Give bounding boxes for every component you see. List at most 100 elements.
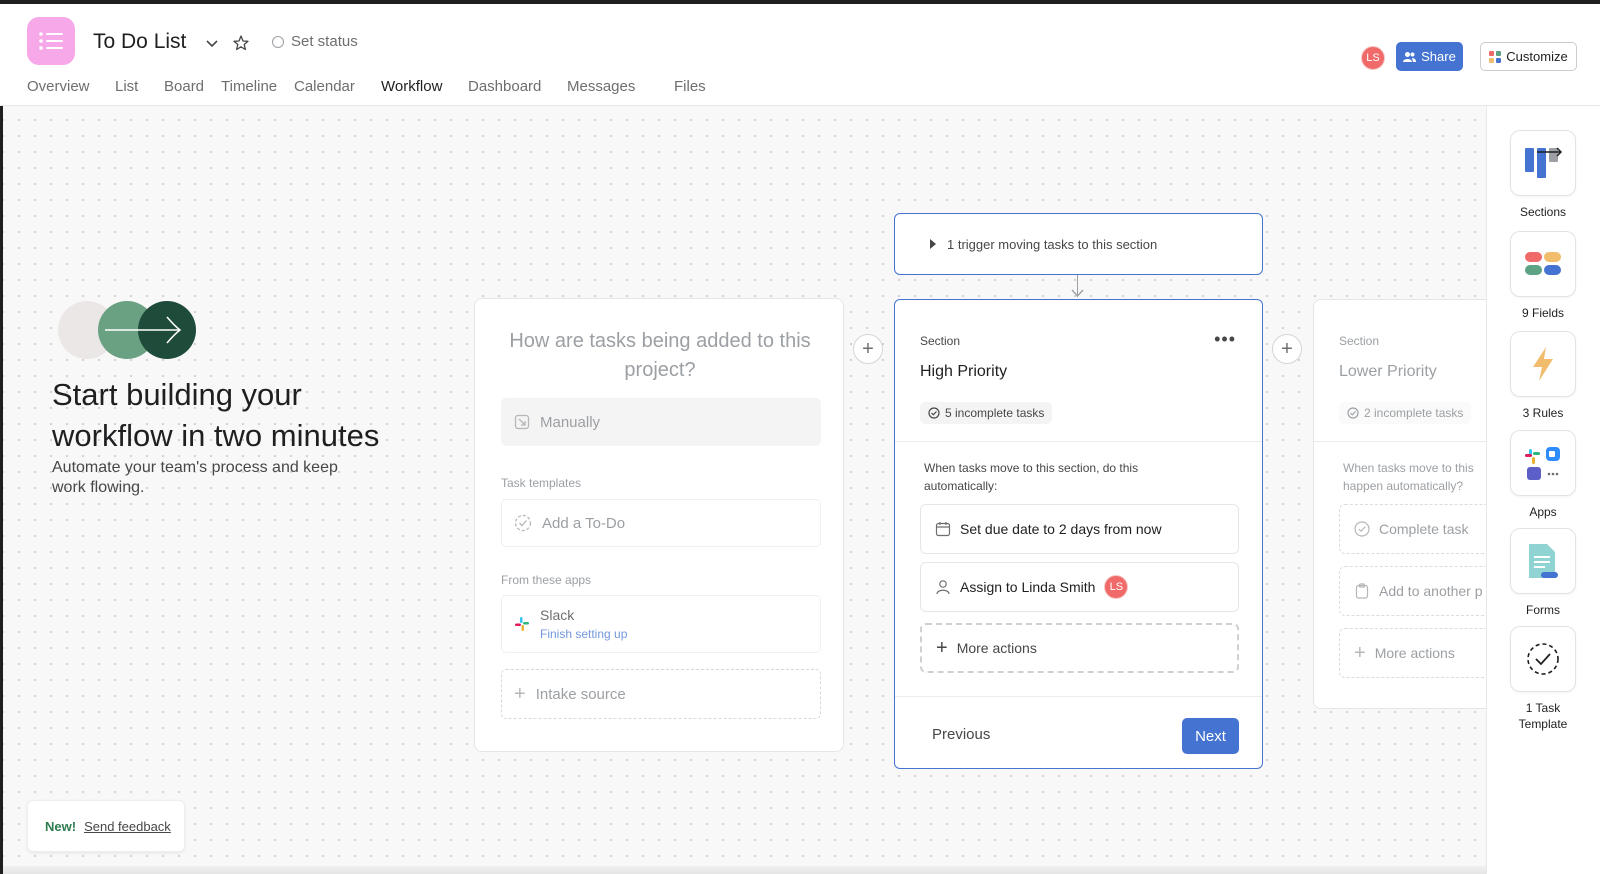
caret-right-icon <box>930 239 936 249</box>
grid-icon <box>1489 50 1502 63</box>
divider <box>895 441 1262 442</box>
previous-button[interactable]: Previous <box>932 726 990 743</box>
rules-item[interactable]: 3 Rules <box>1510 331 1576 421</box>
slack-icon <box>515 617 529 631</box>
section-label: Section <box>920 334 961 348</box>
slack-option[interactable]: Slack Finish setting up <box>501 595 821 653</box>
more-actions-label: More actions <box>956 640 1037 656</box>
forms-icon <box>1510 528 1576 594</box>
star-icon[interactable] <box>232 34 250 52</box>
avatar[interactable]: LS <box>1361 46 1385 70</box>
incomplete-count: 2 incomplete tasks <box>1364 406 1464 420</box>
more-actions-button[interactable]: + More actions <box>920 623 1239 673</box>
add-to-another-action[interactable]: Add to another p <box>1339 566 1486 616</box>
check-circle-icon <box>514 514 532 532</box>
avatar: LS <box>1104 575 1129 599</box>
list-icon[interactable] <box>27 17 75 65</box>
intake-source-label: Intake source <box>535 685 626 703</box>
plus-icon: + <box>1354 641 1366 664</box>
intro-headline: Start building your workflow in two minu… <box>52 377 380 453</box>
intake-card: How are tasks being added to this projec… <box>474 298 844 752</box>
send-feedback-link[interactable]: Send feedback <box>84 819 171 834</box>
complete-task-label: Complete task <box>1379 521 1469 537</box>
tab-dashboard[interactable]: Dashboard <box>468 78 541 108</box>
set-status-button[interactable]: Set status <box>272 33 358 50</box>
arrow-into-icon <box>514 414 530 430</box>
manually-option[interactable]: Manually <box>501 398 821 446</box>
intake-source-button[interactable]: + Intake source <box>501 669 821 719</box>
new-badge: New! <box>45 818 77 834</box>
add-section-button[interactable]: + <box>1272 334 1302 364</box>
complete-task-action[interactable]: Complete task <box>1339 504 1486 554</box>
incomplete-tasks-badge: 5 incomplete tasks <box>920 402 1053 424</box>
tab-calendar[interactable]: Calendar <box>294 78 355 108</box>
task-templates-header: Task templates <box>501 476 582 490</box>
tab-timeline[interactable]: Timeline <box>221 78 277 108</box>
bottom-edge <box>3 866 1486 874</box>
more-actions-button[interactable]: + More actions <box>1339 628 1486 678</box>
lightning-icon <box>1510 331 1576 397</box>
tab-board[interactable]: Board <box>164 78 204 108</box>
plus-icon: + <box>514 682 526 705</box>
add-section-button[interactable]: + <box>853 334 883 364</box>
tab-messages[interactable]: Messages <box>567 78 635 108</box>
next-button[interactable]: Next <box>1182 718 1239 754</box>
share-label: Share <box>1421 49 1456 64</box>
rules-label: 3 Rules <box>1522 406 1564 420</box>
people-icon <box>1403 51 1417 62</box>
apps-label: Apps <box>1529 505 1557 519</box>
incomplete-tasks-badge: 2 incomplete tasks <box>1339 402 1472 424</box>
sections-icon <box>1510 130 1576 196</box>
section-card-lower-priority: Section Lower Priority 2 incomplete task… <box>1313 299 1486 709</box>
fields-label: 9 Fields <box>1521 306 1565 320</box>
task-template-label: 1 Task Template <box>1518 701 1568 731</box>
divider <box>1314 441 1486 442</box>
apps-item[interactable]: Apps <box>1510 430 1576 520</box>
forms-item[interactable]: Forms <box>1510 528 1576 618</box>
when-text: When tasks move to this section, do this… <box>924 461 1139 493</box>
incomplete-count: 5 incomplete tasks <box>945 406 1045 420</box>
finish-setup-link[interactable]: Finish setting up <box>540 627 627 641</box>
calendar-icon <box>935 522 951 537</box>
project-title[interactable]: To Do List <box>93 30 186 54</box>
feedback-toast: New! Send feedback <box>27 800 185 852</box>
task-template-item[interactable]: 1 Task Template <box>1510 626 1576 732</box>
fields-item[interactable]: 9 Fields <box>1510 231 1576 321</box>
check-circle-icon <box>1354 521 1370 537</box>
assign-action[interactable]: Assign to Linda Smith LS <box>920 562 1239 612</box>
tab-list[interactable]: List <box>115 78 138 108</box>
apps-icon <box>1510 430 1576 496</box>
task-template-icon <box>1510 626 1576 692</box>
set-due-date-action[interactable]: Set due date to 2 days from now <box>920 504 1239 554</box>
sections-label: Sections <box>1519 205 1567 219</box>
set-due-date-label: Set due date to 2 days from now <box>960 521 1162 537</box>
share-button[interactable]: Share <box>1396 42 1463 71</box>
add-todo-option[interactable]: Add a To-Do <box>501 499 821 547</box>
add-to-another-label: Add to another p <box>1379 583 1483 599</box>
set-status-label: Set status <box>291 33 358 50</box>
check-circle-icon <box>928 407 940 419</box>
trigger-bar[interactable]: 1 trigger moving tasks to this section <box>894 213 1263 275</box>
clipboard-icon <box>1355 583 1369 599</box>
section-name[interactable]: Lower Priority <box>1339 363 1437 381</box>
more-actions-label: More actions <box>1374 645 1455 661</box>
more-options-icon[interactable]: ••• <box>1214 329 1236 350</box>
tab-overview[interactable]: Overview <box>27 78 90 108</box>
manually-label: Manually <box>540 413 601 431</box>
plus-icon: + <box>936 636 948 659</box>
intake-question: How are tasks being added to this projec… <box>509 330 811 381</box>
tab-workflow[interactable]: Workflow <box>381 78 443 108</box>
apps-header: From these apps <box>501 573 592 587</box>
section-label: Section <box>1339 334 1380 348</box>
section-name[interactable]: High Priority <box>920 363 1007 381</box>
customize-label: Customize <box>1506 49 1568 64</box>
sections-item[interactable]: Sections <box>1510 130 1576 220</box>
arrow-down-icon <box>1071 289 1084 298</box>
check-circle-icon <box>1347 407 1359 419</box>
intro-subtext: Automate your team's process and keep wo… <box>52 459 338 496</box>
assign-label: Assign to Linda Smith <box>960 579 1096 595</box>
add-todo-label: Add a To-Do <box>542 514 626 532</box>
customize-button[interactable]: Customize <box>1480 42 1577 71</box>
chevron-down-icon[interactable] <box>203 34 221 52</box>
tab-files[interactable]: Files <box>674 78 706 108</box>
